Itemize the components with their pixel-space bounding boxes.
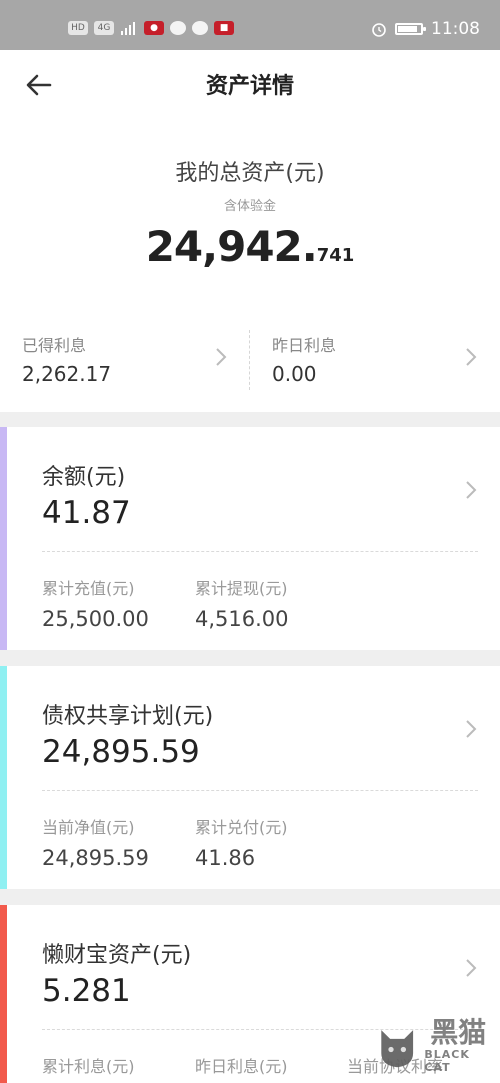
hd-indicator: HD — [68, 21, 88, 35]
watermark-cn: 黑猫 — [430, 1016, 487, 1049]
earned-interest-value: 2,262.17 — [22, 362, 112, 386]
current-net-value-label: 当前净值(元) — [42, 818, 135, 837]
debt-plan-card-accent — [0, 666, 7, 889]
watermark-text: 黑猫 BLACK CAT — [424, 1016, 492, 1075]
alarm-icon — [372, 23, 386, 37]
total-recharge-stat: 累计充值(元) 25,500.00 — [42, 575, 149, 631]
total-recharge-value: 25,500.00 — [42, 607, 149, 631]
total-redeemed-value: 41.86 — [195, 846, 256, 870]
total-assets-value: 24,942.741 — [0, 222, 500, 271]
current-net-value-value: 24,895.59 — [42, 846, 149, 870]
total-redeemed-stat: 累计兑付(元) 41.86 — [195, 814, 288, 870]
yesterday-interest-stat: 昨日利息(元) — [195, 1053, 288, 1077]
asset-summary-section: 资产详情 我的总资产(元) 含体验金 24,942.741 已得利息 2,262… — [0, 50, 500, 412]
yesterday-interest-label: 昨日利息 — [272, 336, 337, 355]
debt-plan-card[interactable]: 债权共享计划(元) 24,895.59 当前净值(元) 24,895.59 累计… — [0, 666, 500, 889]
lazy-wealth-card-value: 5.281 — [42, 973, 131, 1009]
chevron-right-icon — [466, 348, 477, 366]
chevron-right-icon — [216, 348, 227, 366]
page-title: 资产详情 — [205, 74, 294, 99]
balance-card[interactable]: 余额(元) 41.87 累计充值(元) 25,500.00 累计提现(元) 4,… — [0, 427, 500, 650]
accrued-interest-stat: 累计利息(元) — [42, 1053, 135, 1077]
total-assets-label: 我的总资产(元) — [175, 161, 325, 186]
lazy-wealth-card-title: 懒财宝资产(元) — [42, 943, 192, 968]
total-assets-note: 含体验金 — [223, 199, 276, 214]
chevron-right-icon — [466, 959, 477, 977]
interest-row: 已得利息 2,262.17 昨日利息 0.00 — [0, 326, 500, 390]
status-bar-notifications: HD 4G ● ■ — [68, 21, 234, 35]
balance-card-accent — [0, 427, 7, 650]
yesterday-interest-stat-label: 昨日利息(元) — [195, 1057, 288, 1076]
chat-notification-icon — [170, 21, 186, 35]
debt-plan-card-value: 24,895.59 — [42, 734, 200, 770]
signal-icon — [121, 22, 135, 35]
balance-card-title: 余额(元) — [42, 465, 126, 490]
balance-card-value: 41.87 — [42, 495, 131, 531]
clock: 11:08 — [431, 19, 480, 39]
yesterday-interest-item[interactable]: 昨日利息 0.00 — [250, 326, 500, 390]
black-cat-watermark: 黑猫 BLACK CAT — [376, 1015, 492, 1077]
watermark-en: BLACK CAT — [424, 1048, 470, 1074]
total-withdraw-label: 累计提现(元) — [195, 579, 288, 598]
network-indicator: 4G — [94, 21, 114, 35]
lazy-wealth-card-accent — [0, 905, 7, 1083]
wechat-notification-icon — [192, 21, 208, 35]
app-notification-icon: ● — [144, 21, 164, 35]
chevron-right-icon — [466, 481, 477, 499]
card-divider — [42, 790, 478, 791]
shop-notification-icon: ■ — [214, 21, 234, 35]
status-bar: HD 4G ● ■ 11:08 — [0, 0, 500, 50]
total-redeemed-label: 累计兑付(元) — [195, 818, 288, 837]
total-assets-main: 24,942. — [145, 222, 318, 271]
earned-interest-label: 已得利息 — [22, 336, 87, 355]
total-withdraw-stat: 累计提现(元) 4,516.00 — [195, 575, 289, 631]
status-bar-system: 11:08 — [371, 19, 480, 39]
card-divider — [42, 551, 478, 552]
yesterday-interest-value: 0.00 — [272, 362, 317, 386]
earned-interest-item[interactable]: 已得利息 2,262.17 — [0, 326, 250, 390]
chevron-right-icon — [466, 720, 477, 738]
debt-plan-card-title: 债权共享计划(元) — [42, 704, 214, 729]
battery-icon — [395, 23, 426, 35]
accrued-interest-label: 累计利息(元) — [42, 1057, 135, 1076]
cat-logo-icon — [381, 1030, 414, 1068]
total-recharge-label: 累计充值(元) — [42, 579, 135, 598]
current-net-value-stat: 当前净值(元) 24,895.59 — [42, 814, 149, 870]
total-assets-decimal: 741 — [316, 245, 355, 266]
total-withdraw-value: 4,516.00 — [195, 607, 289, 631]
